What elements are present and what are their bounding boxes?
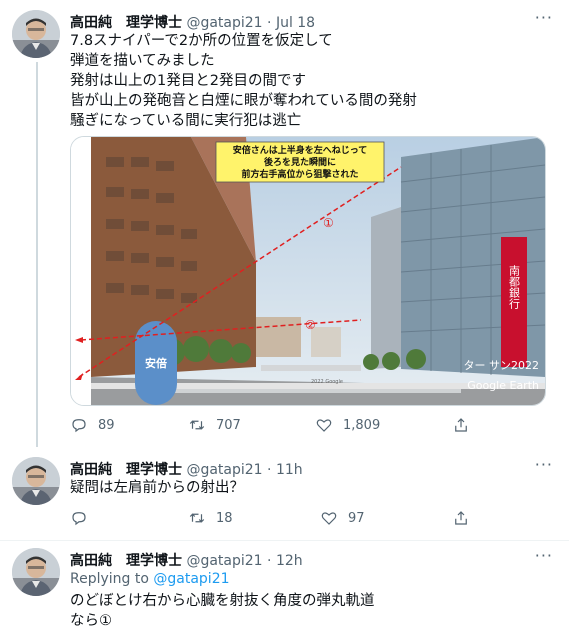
- tweet-text: 疑問は左肩前からの射出？: [70, 480, 244, 496]
- author-name[interactable]: 高田純 理学博士: [70, 462, 182, 478]
- avatar[interactable]: [12, 457, 60, 505]
- trajectory-marker-2: ②: [305, 318, 316, 332]
- reply-icon: [72, 512, 86, 526]
- tweet-text: のどぼとけ右から心臓を射抜く角度の弾丸軌道 なら①: [70, 593, 375, 629]
- retweet-count: 707: [216, 417, 241, 433]
- callout-line-1: 安倍さんは上半身を左へねじって: [233, 144, 368, 156]
- thread-line: [36, 62, 38, 447]
- retweet-button[interactable]: 18: [188, 509, 233, 527]
- reply-count: 89: [98, 417, 115, 433]
- reply-button[interactable]: 89: [70, 416, 115, 434]
- tweet-divider: [0, 540, 569, 541]
- author-handle[interactable]: @gatapi21: [186, 15, 262, 31]
- avatar[interactable]: [12, 10, 60, 58]
- replying-to: Replying to @gatapi21: [70, 571, 230, 587]
- retweet-count: 18: [216, 510, 233, 526]
- tweet-date[interactable]: Jul 18: [276, 15, 315, 31]
- more-options-icon[interactable]: ···: [535, 455, 553, 474]
- share-button[interactable]: [452, 509, 470, 527]
- avatar-image: [12, 10, 60, 58]
- tweet-text: 7.8スナイパーで2か所の位置を仮定して 弾道を描いてみました 発射は山上の1発…: [70, 33, 417, 129]
- author-handle[interactable]: @gatapi21: [186, 462, 262, 478]
- replying-to-label: Replying to: [70, 571, 149, 587]
- google-earth-watermark: Google Earth: [467, 379, 539, 392]
- heart-icon: [316, 419, 332, 432]
- tweet-date[interactable]: 11h: [276, 462, 303, 478]
- tweet-date[interactable]: 12h: [276, 553, 303, 569]
- author-name[interactable]: 高田純 理学博士: [70, 553, 182, 569]
- retweet-button[interactable]: 707: [188, 416, 241, 434]
- callout-line-2: 後ろを見た瞬間に: [264, 156, 336, 168]
- dot-separator: ·: [267, 15, 272, 31]
- street-label: 2022 Google: [311, 379, 343, 385]
- tweet-actions: 18 97: [70, 509, 480, 529]
- person-label: 安倍: [145, 356, 167, 370]
- avatar[interactable]: [12, 548, 60, 596]
- author-name[interactable]: 高田純 理学博士: [70, 15, 182, 31]
- like-button[interactable]: 1,809: [315, 416, 380, 434]
- street-view-image: 南都銀行 安倍 ① ② 安倍さんは上半身を左へねじって 後ろを見た瞬間に 前方右…: [71, 137, 545, 405]
- like-button[interactable]: 97: [320, 509, 365, 527]
- author-handle[interactable]: @gatapi21: [186, 553, 262, 569]
- avatar-image: [12, 457, 60, 505]
- avatar-image: [12, 548, 60, 596]
- like-count: 97: [348, 510, 365, 526]
- replying-to-handle[interactable]: @gatapi21: [153, 571, 229, 587]
- dot-separator: ·: [267, 553, 272, 569]
- retweet-icon: [189, 420, 205, 430]
- bank-sign-text: 南都銀行: [508, 265, 521, 310]
- share-button[interactable]: [452, 416, 470, 434]
- share-icon: [455, 418, 467, 432]
- like-count: 1,809: [343, 417, 381, 433]
- more-options-icon[interactable]: ···: [535, 8, 553, 27]
- heart-icon: [321, 512, 337, 525]
- credit-text: ター サン2022: [464, 359, 540, 372]
- dot-separator: ·: [267, 462, 272, 478]
- reply-button[interactable]: [70, 509, 98, 527]
- share-icon: [455, 511, 467, 525]
- trajectory-marker-1: ①: [323, 216, 334, 230]
- more-options-icon[interactable]: ···: [535, 546, 553, 565]
- retweet-icon: [189, 513, 205, 523]
- reply-icon: [72, 419, 86, 433]
- callout-line-3: 前方右手高位から狙撃された: [241, 168, 358, 180]
- tweet-media[interactable]: 南都銀行 安倍 ① ② 安倍さんは上半身を左へねじって 後ろを見た瞬間に 前方右…: [70, 136, 546, 406]
- tweet-actions: 89 707 1,809: [70, 416, 480, 436]
